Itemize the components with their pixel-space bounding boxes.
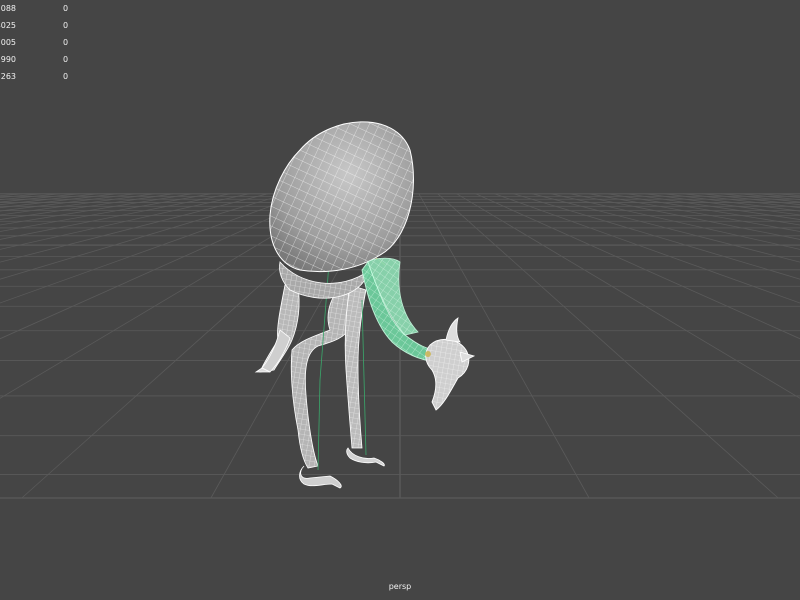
grid-line [0, 193, 211, 232]
back-leg [259, 284, 354, 489]
perspective-viewport[interactable]: 7088 0 4025 0 7005 0 3990 0 3263 0 [0, 0, 800, 600]
grid-line [0, 193, 98, 206]
grid-line [664, 193, 800, 212]
grid-line [0, 193, 79, 203]
grid-line [759, 193, 800, 199]
grid-line [626, 193, 800, 220]
grid-line [589, 193, 800, 232]
creature-model[interactable] [254, 121, 476, 489]
grid-line [607, 193, 800, 226]
camera-name-label: persp [388, 582, 412, 591]
grid-line [0, 193, 117, 209]
grid-line [0, 193, 22, 197]
grid-line [740, 193, 800, 201]
viewport-scene[interactable] [0, 0, 800, 600]
grid-line [570, 193, 800, 240]
grid-line [0, 193, 60, 201]
grid-line [778, 193, 800, 197]
grid-line [0, 193, 174, 220]
grid-line [0, 193, 155, 216]
grid-line [456, 193, 800, 399]
grid-line [551, 193, 800, 250]
grid-line [437, 193, 779, 499]
grid-line [0, 193, 230, 240]
grid-line [702, 193, 800, 206]
grid-line [0, 193, 41, 199]
grid-line [0, 193, 193, 226]
grid-line [475, 193, 800, 340]
grid-line [683, 193, 800, 209]
grid-line [0, 193, 136, 212]
grid-line [0, 193, 249, 250]
grid-line [645, 193, 800, 216]
grid-line [721, 193, 800, 203]
